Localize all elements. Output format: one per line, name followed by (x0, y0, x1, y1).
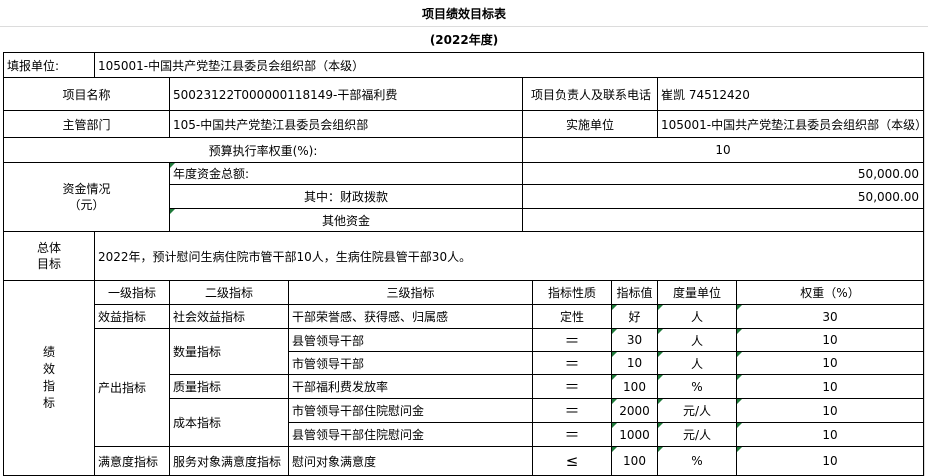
table-row-unit: 元/人 (657, 422, 737, 447)
table-row-l3: 干部荣誉感、获得感、归属感 (288, 304, 533, 329)
table-year: (2022年度) (0, 26, 928, 52)
table-row-nature: ＝ (532, 351, 612, 375)
funds-total-label: 年度资金总额: (169, 162, 523, 185)
table-row-l3: 市管领导干部 (288, 351, 533, 375)
table-row-unit: 元/人 (657, 398, 737, 423)
level2-social-benefit: 社会效益指标 (169, 304, 289, 329)
level1-output: 产出指标 (94, 328, 170, 447)
project-name-label: 项目名称 (3, 77, 170, 111)
responsible-value: 崔凯 74512420 (657, 77, 924, 111)
funds-total-value: 50,000.00 (522, 162, 924, 185)
header-unit: 度量单位 (657, 280, 737, 305)
level2-service-satisfaction: 服务对象满意度指标 (169, 446, 289, 476)
table-row-nature: 定性 (532, 304, 612, 329)
dept-label: 主管部门 (3, 110, 170, 138)
table-row-l3: 县管领导干部住院慰问金 (288, 422, 533, 447)
header-level2: 二级指标 (169, 280, 289, 305)
funds-other-label: 其他资金 (169, 208, 523, 232)
table-row-unit: 人 (657, 328, 737, 352)
impl-label: 实施单位 (522, 110, 658, 138)
header-level1: 一级指标 (94, 280, 170, 305)
table-row-weight: 10 (736, 398, 924, 423)
reporting-unit-label: 填报单位: (3, 52, 95, 78)
table-row-weight: 10 (736, 446, 924, 476)
perf-label: 绩 效 指 标 (3, 280, 95, 476)
level1-satisfaction: 满意度指标 (94, 446, 170, 476)
funds-fiscal-value: 50,000.00 (522, 184, 924, 209)
table-row-nature: ≤ (532, 446, 612, 476)
table-row-l3: 市管领导干部住院慰问金 (288, 398, 533, 423)
table-row-value: 30 (611, 328, 658, 352)
table-row-nature: ＝ (532, 328, 612, 352)
table-row-nature: ＝ (532, 374, 612, 399)
level2-quantity: 数量指标 (169, 328, 289, 375)
table-row-value: 10 (611, 351, 658, 375)
dept-value: 105-中国共产党垫江县委员会组织部 (169, 110, 523, 138)
table-row-unit: 人 (657, 304, 737, 329)
project-name-value: 50023122T000000118149-干部福利费 (169, 77, 523, 111)
table-row-value: 好 (611, 304, 658, 329)
table-row-weight: 10 (736, 351, 924, 375)
level2-cost: 成本指标 (169, 398, 289, 447)
table-row-weight: 10 (736, 374, 924, 399)
gridline (924, 0, 925, 476)
table-row-l3: 慰问对象满意度 (288, 446, 533, 476)
table-row-nature: ＝ (532, 398, 612, 423)
reporting-unit-value: 105001-中国共产党垫江县委员会组织部（本级） (94, 52, 924, 78)
funds-label: 资金情况 （元） (3, 162, 170, 232)
goal-label: 总体 目标 (3, 231, 95, 281)
funds-other-value (522, 208, 924, 232)
table-row-weight: 10 (736, 328, 924, 352)
table-row-unit: 人 (657, 351, 737, 375)
budget-weight-label: 预算执行率权重(%): (3, 137, 523, 163)
gridline (0, 26, 928, 27)
table-row-unit: % (657, 446, 737, 476)
table-row-value: 1000 (611, 422, 658, 447)
level2-quality: 质量指标 (169, 374, 289, 399)
table-row-l3: 县管领导干部 (288, 328, 533, 352)
header-value: 指标值 (611, 280, 658, 305)
table-row-weight: 30 (736, 304, 924, 329)
funds-fiscal-label: 其中：财政拨款 (169, 184, 523, 209)
header-level3: 三级指标 (288, 280, 533, 305)
header-weight: 权重（%） (736, 280, 924, 305)
table-row-weight: 10 (736, 422, 924, 447)
table-row-value: 2000 (611, 398, 658, 423)
responsible-label: 项目负责人及联系电话 (522, 77, 658, 111)
impl-value: 105001-中国共产党垫江县委员会组织部（本级） (657, 110, 924, 138)
table-row-value: 100 (611, 374, 658, 399)
table-row-nature: ＝ (532, 422, 612, 447)
table-title: 项目绩效目标表 (0, 0, 928, 26)
table-row-unit: % (657, 374, 737, 399)
goal-value: 2022年，预计慰问生病住院市管干部10人，生病住院县管干部30人。 (94, 231, 924, 281)
table-row-value: 100 (611, 446, 658, 476)
header-nature: 指标性质 (532, 280, 612, 305)
budget-weight-value: 10 (522, 137, 924, 163)
level1-benefit: 效益指标 (94, 304, 170, 329)
table-row-l3: 干部福利费发放率 (288, 374, 533, 399)
